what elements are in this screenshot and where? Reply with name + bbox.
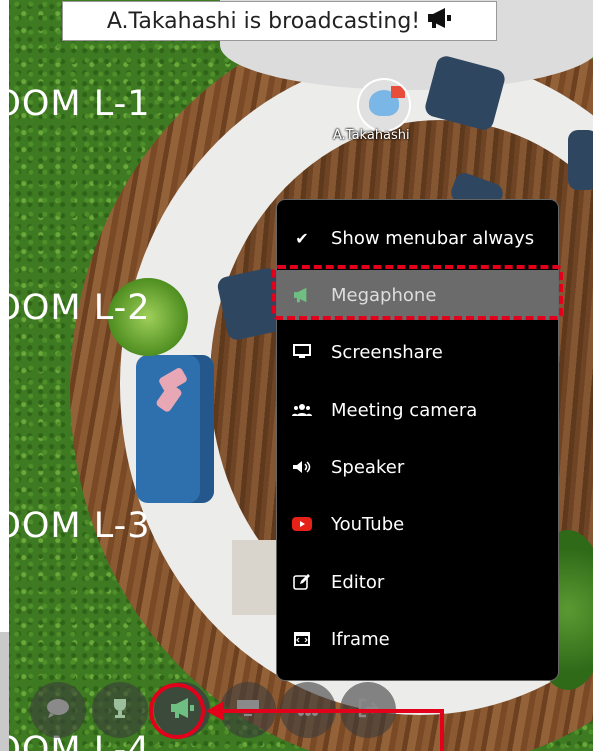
youtube-icon bbox=[291, 517, 313, 531]
broadcast-banner: A.Takahashi is broadcasting! bbox=[62, 1, 497, 41]
avatar-name: A.Takahashi bbox=[333, 128, 410, 143]
trophy-icon bbox=[109, 697, 131, 724]
annotation-arrow-stem bbox=[440, 709, 444, 751]
edit-icon bbox=[291, 573, 313, 591]
menu-item-meeting-camera[interactable]: Meeting camera bbox=[277, 385, 558, 435]
menu-item-editor[interactable]: Editor bbox=[277, 557, 558, 607]
menu-item-screenshare[interactable]: Screenshare bbox=[277, 327, 558, 377]
side-table bbox=[232, 540, 282, 615]
armchair bbox=[568, 130, 593, 190]
menu-item-speaker[interactable]: Speaker bbox=[277, 442, 558, 492]
menu-item-label: Iframe bbox=[331, 628, 390, 650]
annotation-arrow-head bbox=[206, 701, 224, 721]
room-label-l1: ROOM L-1 bbox=[0, 84, 151, 124]
users-icon bbox=[291, 403, 313, 417]
speaker-icon bbox=[291, 460, 313, 474]
menu-item-youtube[interactable]: YouTube bbox=[277, 499, 558, 549]
banner-text: A.Takahashi is broadcasting! bbox=[106, 8, 421, 34]
monitor-icon bbox=[291, 344, 313, 360]
left-edge-bottom bbox=[0, 632, 9, 751]
menu-item-label: Editor bbox=[331, 571, 385, 593]
chat-button[interactable] bbox=[30, 682, 86, 738]
megaphone-highlight-box bbox=[272, 265, 563, 320]
iframe-icon bbox=[291, 631, 313, 647]
menu-item-label: Screenshare bbox=[331, 341, 443, 363]
menu-item-label: Show menubar always bbox=[331, 227, 535, 249]
room-label-l2: ROOM L-2 bbox=[0, 288, 151, 328]
megaphone-icon bbox=[426, 7, 452, 35]
flag-icon bbox=[391, 86, 405, 98]
avatar[interactable] bbox=[357, 78, 411, 132]
room-label-l3: ROOM L-3 bbox=[0, 506, 151, 546]
annotation-arrow-line bbox=[222, 709, 444, 713]
menu-item-label: YouTube bbox=[331, 513, 405, 535]
menu-item-show-menubar[interactable]: ✔ Show menubar always bbox=[277, 213, 558, 263]
trophy-button[interactable] bbox=[92, 682, 148, 738]
megaphone-button-highlight bbox=[149, 683, 205, 739]
check-icon: ✔ bbox=[295, 228, 309, 248]
chat-icon bbox=[46, 698, 70, 723]
menu-item-label: Meeting camera bbox=[331, 399, 478, 421]
menu-item-iframe[interactable]: Iframe bbox=[277, 614, 558, 664]
menu-item-label: Speaker bbox=[331, 456, 405, 478]
